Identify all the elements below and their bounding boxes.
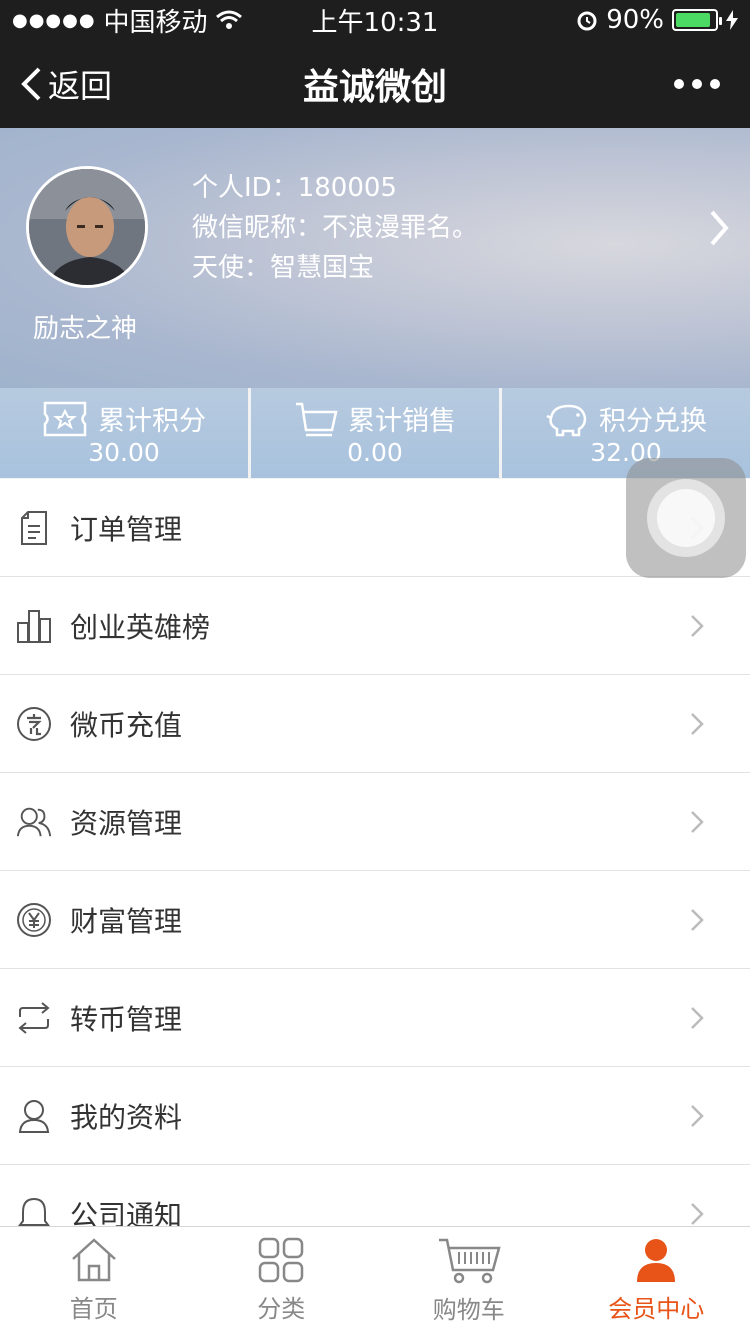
avatar[interactable] [26, 166, 148, 288]
avatar-photo-icon [29, 169, 145, 285]
menu-item-wealth[interactable]: 财富管理 [0, 871, 750, 969]
menu-item-notices[interactable]: 公司通知 [0, 1165, 750, 1226]
cart-outline-icon [296, 402, 338, 436]
menu-item-label: 资源管理 [70, 806, 183, 840]
tab-label: 购物车 [432, 1296, 505, 1324]
status-right: 90% [576, 5, 738, 35]
recharge-icon [16, 706, 52, 742]
more-dot-icon [674, 79, 684, 89]
back-button[interactable]: 返回 [0, 61, 112, 107]
wifi-icon [215, 10, 242, 29]
nav-bar: 返回 益诚微创 [0, 40, 750, 128]
wechat-nickname: 微信昵称：不浪漫罪名。 [192, 213, 479, 243]
menu-item-resources[interactable]: 资源管理 [0, 773, 750, 871]
bar-chart-icon [16, 608, 52, 644]
charging-icon [726, 10, 738, 30]
document-icon [16, 510, 52, 546]
user-icon [16, 1098, 52, 1134]
chevron-right-icon [691, 614, 704, 637]
more-dot-icon [692, 79, 702, 89]
member-icon [637, 1239, 676, 1282]
carrier-label: 中国移动 [103, 7, 208, 38]
bell-icon [16, 1196, 52, 1226]
angel-name: 天使：智慧国宝 [192, 253, 375, 283]
menu-item-label: 微币充值 [70, 708, 183, 742]
battery-fill [676, 13, 711, 27]
tab-label: 分类 [257, 1295, 306, 1323]
stat-total-sales[interactable]: 累计销售 0.00 [251, 388, 499, 478]
menu-list: 订单管理 创业英雄榜 微币充值 资源管理 财富管理 转币管理 我的资料 公司通知 [0, 479, 750, 1226]
back-label: 返回 [48, 67, 113, 105]
more-dot-icon [710, 79, 720, 89]
tab-bar: 首页 分类 购物车 会员中心 [0, 1226, 750, 1334]
tab-label: 首页 [69, 1295, 118, 1323]
status-left: ●●●●● 中国移动 [12, 2, 242, 39]
stat-label: 累计积分 [98, 406, 206, 437]
assistive-touch-button[interactable] [626, 458, 746, 578]
stat-value: 30.00 [88, 438, 160, 467]
chevron-right-icon [691, 1006, 704, 1029]
users-icon [16, 804, 52, 840]
tab-cart[interactable]: 购物车 [375, 1227, 563, 1334]
avatar-name: 励志之神 [32, 314, 137, 344]
chevron-left-icon [21, 67, 41, 101]
stat-label: 累计销售 [348, 406, 456, 437]
battery-icon [672, 9, 722, 31]
menu-item-recharge[interactable]: 微币充值 [0, 675, 750, 773]
profile-header[interactable]: 励志之神 个人ID：180005 微信昵称：不浪漫罪名。 天使：智慧国宝 [0, 128, 750, 388]
menu-item-leaderboard[interactable]: 创业英雄榜 [0, 577, 750, 675]
assistive-core [657, 489, 715, 547]
tab-category[interactable]: 分类 [188, 1227, 376, 1334]
stat-total-points[interactable]: 累计积分 30.00 [0, 388, 248, 478]
status-bar: ●●●●● 中国移动 上午10:31 90% [0, 0, 750, 40]
assistive-ring [647, 479, 725, 557]
chevron-right-icon [691, 712, 704, 735]
menu-item-label: 财富管理 [70, 904, 183, 938]
more-button[interactable] [674, 79, 750, 89]
stat-value: 0.00 [347, 438, 403, 467]
menu-item-label: 转币管理 [70, 1002, 183, 1036]
tab-home[interactable]: 首页 [0, 1227, 188, 1334]
chevron-right-icon [691, 810, 704, 833]
page-title: 益诚微创 [302, 67, 447, 108]
home-icon [71, 1238, 116, 1282]
cart-icon [438, 1238, 501, 1284]
menu-item-profile[interactable]: 我的资料 [0, 1067, 750, 1165]
chevron-right-icon [691, 1202, 704, 1225]
chevron-right-icon[interactable] [708, 208, 730, 248]
menu-item-transfer[interactable]: 转币管理 [0, 969, 750, 1067]
transfer-icon [16, 1000, 52, 1036]
menu-item-label: 创业英雄榜 [70, 610, 211, 644]
profile-info: 个人ID：180005 微信昵称：不浪漫罪名。 天使：智慧国宝 [192, 168, 478, 288]
alarm-icon [577, 11, 597, 31]
signal-icon: ●●●●● [12, 9, 96, 31]
piggy-bank-icon [546, 404, 587, 436]
battery-percent: 90% [606, 5, 664, 35]
grid-icon [259, 1237, 304, 1283]
yen-coin-icon [16, 902, 52, 938]
chevron-right-icon [691, 908, 704, 931]
tab-member-center[interactable]: 会员中心 [563, 1227, 750, 1334]
menu-item-label: 订单管理 [70, 512, 183, 546]
member-id: 个人ID：180005 [192, 173, 397, 203]
badge-icon [43, 401, 87, 436]
stat-label: 积分兑换 [599, 406, 707, 437]
tab-label: 会员中心 [608, 1295, 705, 1323]
chevron-right-icon [691, 1104, 704, 1127]
menu-item-label: 公司通知 [70, 1198, 183, 1227]
menu-item-label: 我的资料 [70, 1100, 183, 1134]
